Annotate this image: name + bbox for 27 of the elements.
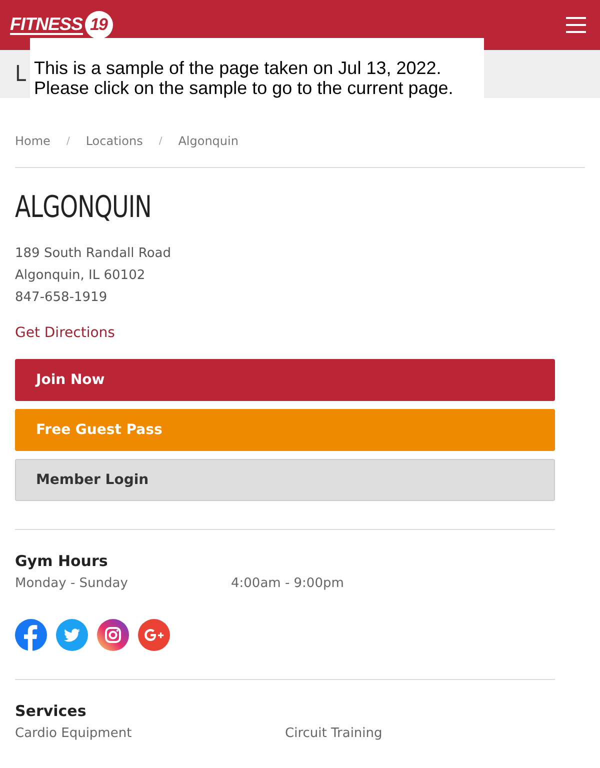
service-item: Circuit Training bbox=[285, 726, 384, 741]
section-heading: Services bbox=[15, 702, 88, 720]
instagram-icon[interactable] bbox=[97, 619, 129, 651]
logo-wordmark[interactable]: FITNESS bbox=[10, 15, 83, 35]
section-heading: Gym Hours bbox=[15, 552, 109, 570]
service-item: Cardio Equipment bbox=[15, 726, 133, 741]
facebook-icon[interactable] bbox=[15, 619, 47, 651]
address-line: Algonquin, IL 60102 bbox=[15, 267, 146, 285]
breadcrumb-link[interactable]: Locations bbox=[86, 134, 143, 148]
join-button[interactable]: Join Now bbox=[15, 359, 555, 401]
breadcrumb-separator: / bbox=[158, 136, 162, 146]
login-button[interactable]: Member Login bbox=[15, 459, 555, 501]
location-name: ALGONQUIN bbox=[15, 190, 152, 225]
logo-badge[interactable]: 19 bbox=[84, 11, 113, 39]
page-title: L bbox=[15, 62, 26, 86]
google-plus-icon[interactable] bbox=[138, 619, 170, 651]
hours-days: Monday - Sunday bbox=[15, 576, 231, 591]
hours-time: 4:00am - 9:00pm bbox=[231, 576, 344, 591]
address-line: 189 South Randall Road bbox=[15, 245, 172, 263]
archive-notice[interactable]: This is a sample of the page taken on Jul 13, 2022. Please click on the sample to go to the current page. bbox=[30, 38, 484, 100]
breadcrumb-link[interactable]: Home bbox=[15, 134, 50, 148]
breadcrumb-separator: / bbox=[66, 136, 70, 146]
directions-link[interactable]: Get Directions bbox=[15, 325, 115, 341]
twitter-icon[interactable] bbox=[56, 619, 88, 651]
phone-number: 847-658-1919 bbox=[15, 289, 108, 307]
breadcrumb-link[interactable]: Algonquin bbox=[178, 134, 238, 148]
menu-icon[interactable] bbox=[566, 17, 586, 33]
